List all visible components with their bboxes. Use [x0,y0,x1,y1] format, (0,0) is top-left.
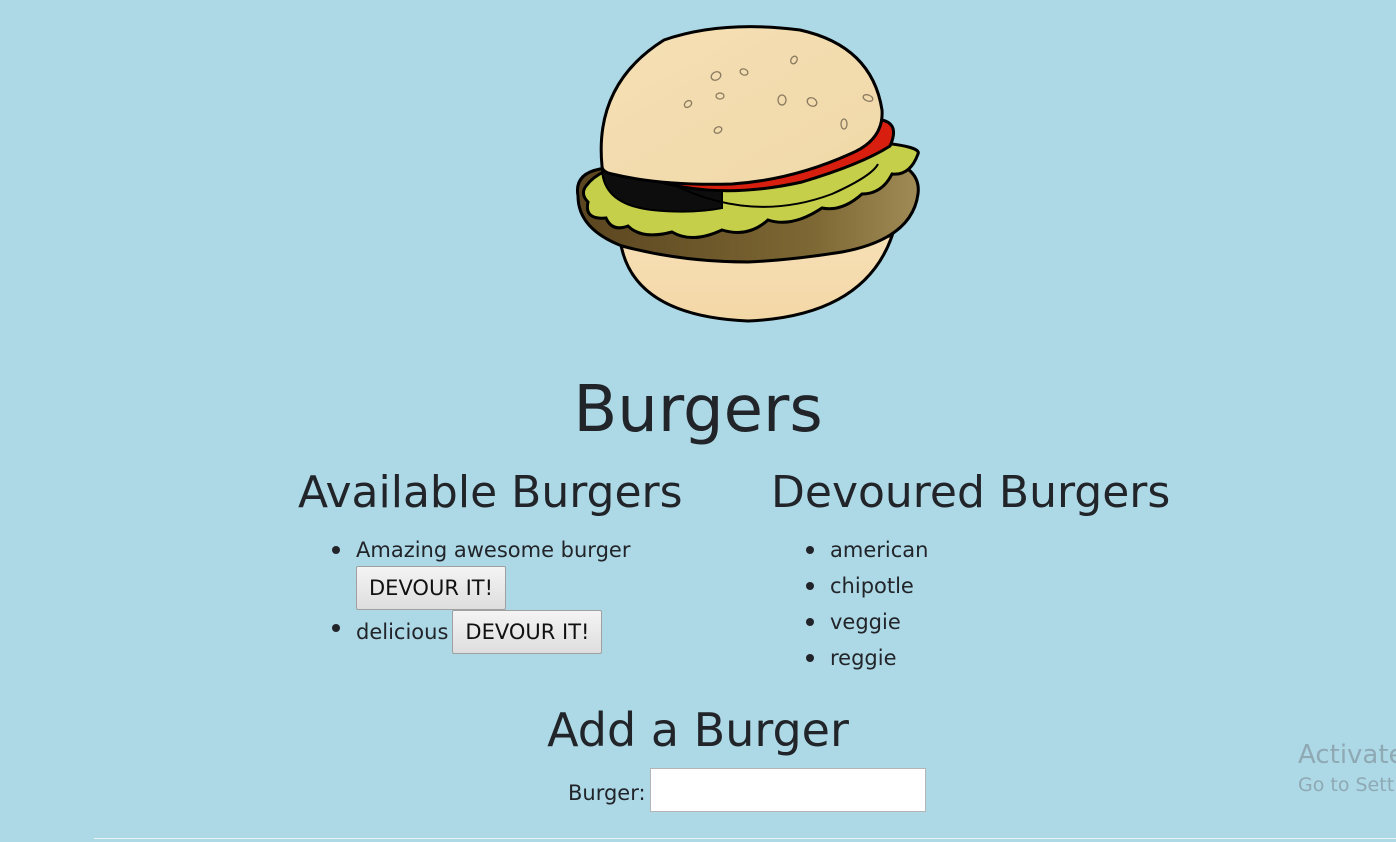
devour-button[interactable]: DEVOUR IT! [356,566,507,610]
activate-windows-watermark: Activate Go to Sett [1298,738,1396,798]
devoured-burgers-heading: Devoured Burgers [771,467,1171,518]
list-item: reggie [804,640,1104,676]
add-burger-heading: Add a Burger [547,703,849,757]
available-burgers-heading: Available Burgers [298,467,683,518]
burger-input[interactable] [650,768,926,812]
devoured-burgers-list: american chipotle veggie reggie [804,532,1104,676]
burger-image [575,25,920,323]
list-item: american [804,532,1104,568]
watermark-line: Activate [1298,740,1396,770]
burger-name: delicious [356,620,449,644]
burger-input-label: Burger: [568,781,646,805]
devour-button[interactable]: DEVOUR IT! [452,610,603,654]
divider [94,838,1396,839]
list-item: chipotle [804,568,1104,604]
list-item: delicious DEVOUR IT! [330,610,660,656]
burger-name: Amazing awesome burger [356,538,631,562]
watermark-line: Go to Sett [1298,774,1395,796]
available-burgers-list: Amazing awesome burger DEVOUR IT! delici… [330,532,660,656]
page-title: Burgers [573,373,823,447]
list-item: veggie [804,604,1104,640]
list-item: Amazing awesome burger DEVOUR IT! [330,532,660,610]
